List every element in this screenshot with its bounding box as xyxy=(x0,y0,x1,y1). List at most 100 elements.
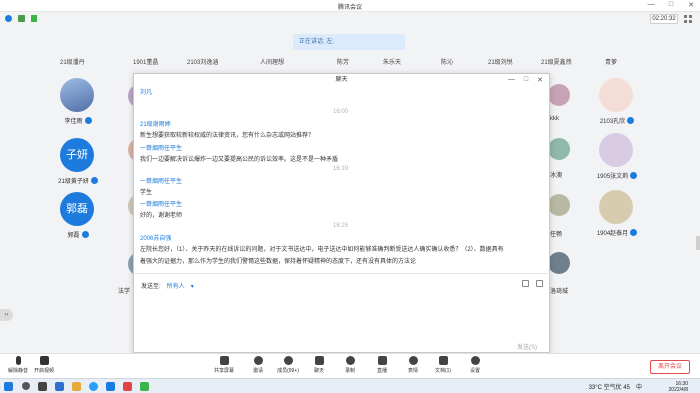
participant-name: 陈芳 xyxy=(337,60,350,66)
chat-window: 聊天 — □ ✕ 刘凡 16:00 21级谢雨婷 新生想要获取较新较权威的法律资… xyxy=(133,73,551,353)
chat-input[interactable] xyxy=(140,292,543,340)
participant-name: 21级黄子妍 xyxy=(58,179,89,185)
video-button[interactable]: 开启视频 xyxy=(26,356,62,374)
input-language[interactable]: 中 xyxy=(636,382,642,391)
verified-icon xyxy=(81,231,89,238)
participant-name: 冰澳 xyxy=(550,173,563,179)
search-icon[interactable] xyxy=(22,382,30,390)
participant-tile[interactable]: 李佳雨 xyxy=(48,78,108,134)
participant-name: kkk xyxy=(550,116,559,122)
grid-view-icon[interactable] xyxy=(684,15,693,23)
message-time: 16:19 xyxy=(332,166,348,172)
camera-off-icon xyxy=(39,356,49,365)
signal-icon[interactable] xyxy=(31,15,37,22)
message-sender[interactable]: 刘凡 xyxy=(140,87,152,96)
chat-title: 聊天 xyxy=(335,77,348,83)
image-icon[interactable] xyxy=(522,280,529,287)
window-title: 腾讯会议 xyxy=(337,5,362,11)
chat-divider xyxy=(134,273,551,274)
docs-button[interactable]: 文档(1) xyxy=(425,356,461,374)
participant-tile[interactable]: 郭磊 郭磊 xyxy=(48,192,108,248)
participant-tile[interactable]: 1905张文莉 xyxy=(587,133,647,189)
participant-name: 朱乐天 xyxy=(383,60,402,66)
message-sender[interactable]: 21级谢雨婷 xyxy=(140,119,171,128)
message-sender[interactable]: 一蓑烟雨任平生 xyxy=(140,176,182,185)
participant-tile[interactable]: 子妍 21级黄子妍 xyxy=(48,138,108,194)
participant-name: 1905张文莉 xyxy=(596,174,629,180)
participant-name: 21级夏鑫然 xyxy=(541,60,572,66)
verified-icon xyxy=(630,229,638,236)
avatar: 子妍 xyxy=(60,138,94,172)
app-icon[interactable] xyxy=(123,382,132,391)
chat-minimize-button[interactable]: — xyxy=(508,76,515,84)
participant-tile[interactable] xyxy=(548,138,570,194)
participant-name: 李佳雨 xyxy=(64,119,83,125)
members-icon xyxy=(283,356,293,365)
document-icon xyxy=(438,356,448,365)
record-icon xyxy=(345,356,355,365)
windows-start-icon[interactable] xyxy=(4,382,13,391)
avatar xyxy=(599,133,633,167)
collapse-handle[interactable]: ‹› xyxy=(0,309,13,321)
gear-icon xyxy=(470,356,480,365)
participant-name: 2103孔欣 xyxy=(599,119,626,125)
message-sender[interactable]: 2006苏自强 xyxy=(140,233,171,242)
file-icon[interactable] xyxy=(536,280,543,287)
meeting-app-icon[interactable] xyxy=(106,382,115,391)
maximize-button[interactable]: □ xyxy=(666,1,676,9)
window-titlebar: 腾讯会议 — □ ✕ xyxy=(0,0,700,12)
system-clock[interactable]: 16:30 2022/4/8 xyxy=(669,381,688,393)
participant-tile[interactable] xyxy=(548,194,570,250)
participant-tile[interactable] xyxy=(548,252,570,308)
settings-button[interactable]: 设置 xyxy=(457,356,493,374)
leave-meeting-button[interactable]: 离开会议 xyxy=(650,360,690,374)
message-sender[interactable]: 一蓑烟雨任平生 xyxy=(140,143,182,152)
participant-name: 青萝 xyxy=(605,60,618,66)
send-button[interactable]: 发送(S) xyxy=(517,342,537,351)
participant-tile[interactable] xyxy=(548,84,570,140)
message-text: 着强大的证据力，那么作为学生的我们警惕这些数据，保持着怀疑精神的态度下，还有没有… xyxy=(140,259,417,265)
send-to-select[interactable]: 所有人 xyxy=(167,284,185,290)
invite-icon xyxy=(253,356,263,365)
app-icon[interactable] xyxy=(140,382,149,391)
participant-name: 洛琦城 xyxy=(550,289,569,295)
message-text: 学生 xyxy=(140,190,153,196)
app-icon[interactable] xyxy=(55,382,64,391)
avatar xyxy=(60,78,94,112)
avatar xyxy=(548,138,570,160)
emoji-icon xyxy=(408,356,418,365)
share-screen-button[interactable]: 共享屏幕 xyxy=(206,356,242,374)
folder-icon[interactable] xyxy=(72,382,81,391)
message-text: 我们一边要解决诉讼爆炸一边又要提高公民的诉讼效率。这是不是一种矛盾 xyxy=(140,157,339,163)
share-screen-icon xyxy=(219,356,229,365)
mic-off-icon xyxy=(15,356,21,365)
participant-tile[interactable]: 1904赵泰月 xyxy=(587,190,647,246)
record-button[interactable]: 录制 xyxy=(332,356,368,374)
message-time: 16:25 xyxy=(332,223,348,229)
info-icon[interactable] xyxy=(5,15,12,22)
weather-widget[interactable]: 33°C 空气优 45 xyxy=(589,382,630,391)
message-time: 16:00 xyxy=(332,109,348,115)
participant-name: 陈沁 xyxy=(441,60,454,66)
scroll-handle[interactable] xyxy=(696,236,700,250)
message-text: 左院长您好，（1）、关于昨天的在线诉讼的问题，对于文书送达中，电子送达中如何能够… xyxy=(140,247,504,253)
browser-icon[interactable] xyxy=(89,382,98,391)
message-sender[interactable]: 一蓑烟雨任平生 xyxy=(140,199,182,208)
verified-icon xyxy=(84,117,92,124)
task-view-icon[interactable] xyxy=(38,382,47,391)
chevron-down-icon[interactable]: ▾ xyxy=(191,284,194,290)
shield-icon[interactable] xyxy=(18,15,25,22)
live-icon xyxy=(377,356,387,365)
participant-name: 2103刘逸涵 xyxy=(187,60,219,66)
chat-close-button[interactable]: ✕ xyxy=(537,76,543,84)
participant-tile[interactable]: 2103孔欣 xyxy=(587,78,647,134)
minimize-button[interactable]: — xyxy=(646,1,656,9)
avatar xyxy=(599,190,633,224)
avatar xyxy=(599,78,633,112)
avatar xyxy=(548,252,570,274)
chat-maximize-button[interactable]: □ xyxy=(524,76,528,84)
participant-name: 1904赵泰月 xyxy=(596,231,629,237)
participant-name: 郭磊 xyxy=(67,233,80,239)
close-button[interactable]: ✕ xyxy=(686,1,696,9)
avatar xyxy=(548,194,570,216)
